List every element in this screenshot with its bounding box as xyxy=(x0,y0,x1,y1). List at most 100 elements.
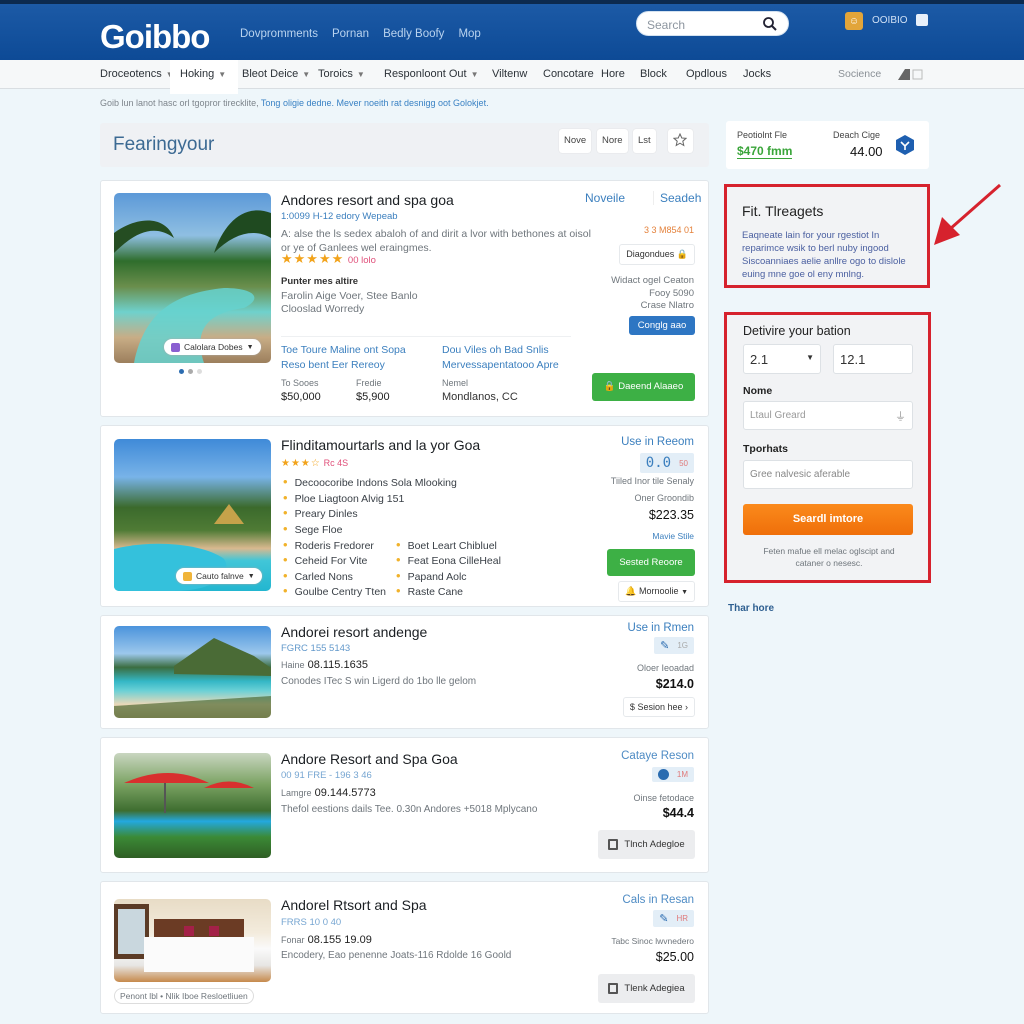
nav-item[interactable]: Block xyxy=(640,68,667,80)
nav-right-label[interactable]: Socience xyxy=(838,68,881,80)
add-button[interactable]: Tlnch Adegloe xyxy=(598,830,695,859)
room-link[interactable]: Cals in Resan xyxy=(622,894,694,906)
room-link[interactable]: Use in Rmen xyxy=(628,622,694,634)
name-label: Nome xyxy=(743,385,773,397)
feature-link[interactable]: Dou Viles oh Bad Snlis Mervessapentatooo… xyxy=(442,343,582,373)
listing-name[interactable]: Andorel Rtsort and Spa xyxy=(281,897,427,913)
account-icon[interactable]: ☺ xyxy=(845,12,863,30)
tab-search[interactable]: Seadeh xyxy=(653,191,701,205)
top-link[interactable]: Bedly Boofy xyxy=(383,28,444,40)
tab-noveile[interactable]: Noveile xyxy=(585,191,625,205)
logo[interactable]: Goibbo xyxy=(100,18,210,56)
wrench-icon: ✎ xyxy=(659,913,669,925)
search-icon[interactable] xyxy=(762,16,778,32)
chevron-right-icon: › xyxy=(685,702,688,712)
nav-item[interactable]: Droceotencs▼ xyxy=(100,68,174,80)
price-value: $5,900 xyxy=(356,391,390,403)
hotel-photo[interactable] xyxy=(114,899,271,982)
feature-link[interactable]: Toe Toure Maline ont Sopa Reso bent Eer … xyxy=(281,343,411,373)
nav-item[interactable]: Opdlous xyxy=(686,68,727,80)
score-badge: 0.0 50 xyxy=(639,453,694,473)
listing-card[interactable]: Andore Resort and Spa Goa 00 91 FRE - 19… xyxy=(100,737,709,873)
summary-label: Deach Cige xyxy=(833,130,881,140)
search-submit-button[interactable]: Seardl imtore xyxy=(743,504,913,535)
price: $25.00 xyxy=(655,950,694,964)
listing-desc: Conodes ITec S win Ligerd do 1bo lle gel… xyxy=(281,676,477,687)
listing-name[interactable]: Andores resort and spa goa xyxy=(281,192,454,208)
more-button[interactable]: Nore xyxy=(597,129,628,153)
pool-illustration xyxy=(114,210,271,363)
microphone-icon[interactable]: ⏚ xyxy=(895,408,906,424)
more-options-button[interactable]: 🔔 Mornoolie ▼ xyxy=(618,581,695,602)
price-label: To Sooes xyxy=(281,378,319,388)
hotel-photo[interactable] xyxy=(114,753,271,858)
photo-gallery-pill[interactable]: Calolara Dobes ▼ xyxy=(164,339,261,355)
listing-card[interactable]: Calolara Dobes ▼ Andores resort and spa g… xyxy=(100,180,709,417)
nav-item-active[interactable]: Hoking ▼ xyxy=(170,60,239,94)
book-button[interactable]: 🔒 Daeend Alaaeo xyxy=(592,373,695,401)
carousel-dots[interactable] xyxy=(179,369,202,374)
chevron-down-icon: ▼ xyxy=(218,70,227,79)
rating-count: Rc 4S xyxy=(323,458,349,468)
add-button[interactable]: Tlenk Adegiea xyxy=(598,974,695,1003)
hotel-photo[interactable] xyxy=(114,193,271,363)
wheelchair-icon[interactable] xyxy=(896,66,926,82)
name-input[interactable]: Ltaul Greard ⏚ xyxy=(743,401,913,430)
score-value: 0.0 xyxy=(645,455,672,471)
select-button[interactable]: Sested Reoore xyxy=(607,549,695,576)
rooms-input[interactable]: 12.1 xyxy=(833,344,913,374)
top-link[interactable]: Pornan xyxy=(332,28,369,40)
tip-box: Fit. Tlreagets Eaqneate lain for your rg… xyxy=(724,184,930,288)
type-input[interactable]: Gree nalvesic aferable xyxy=(743,460,913,489)
wrench-icon: ✎ xyxy=(660,640,670,652)
listing-card[interactable]: Andorei resort andenge FGRC 155 5143 Hai… xyxy=(100,615,709,729)
amenity-bullet: Roderis Fredorer xyxy=(283,537,374,552)
nav-item[interactable]: Bleot Deice ▼ xyxy=(242,68,310,80)
bag-icon[interactable] xyxy=(916,14,928,26)
room-link[interactable]: Use in Reeom xyxy=(621,436,694,448)
search-placeholder: Search xyxy=(647,18,686,32)
nav-item[interactable]: Responloont Out ▼ xyxy=(384,68,478,80)
listing-card[interactable]: Cauto falnve ▼ Flinditamourtarls and la y… xyxy=(100,425,709,607)
score-badge: 1M xyxy=(651,767,694,782)
side-line: Tiiled Inor tile Senaly xyxy=(610,476,694,486)
summary-value: 44.00 xyxy=(850,144,883,159)
nav-label: Hoking xyxy=(180,68,215,80)
more-link[interactable]: Mavie Stile xyxy=(652,531,694,541)
clock-icon xyxy=(657,769,669,780)
listing-name[interactable]: Flinditamourtarls and la yor Goa xyxy=(281,437,480,453)
nav-item[interactable]: Toroics ▼ xyxy=(318,68,365,80)
listing-card[interactable]: Penont lbl • Nlik Iboe Resloetliuen Ando… xyxy=(100,881,709,1014)
account-label[interactable]: OOIBIO xyxy=(872,15,908,26)
list-button[interactable]: Lst xyxy=(633,129,656,153)
favorite-button[interactable] xyxy=(668,129,693,153)
search-input[interactable]: Search xyxy=(636,11,789,36)
guests-select[interactable]: 2.1 ▼ xyxy=(743,344,821,374)
nav-item[interactable]: Concotare xyxy=(543,68,594,80)
room-link[interactable]: Cataye Reson xyxy=(621,750,694,762)
score-badge: ✎ 1G xyxy=(654,637,694,654)
hotel-photo[interactable] xyxy=(114,626,271,718)
amenity-bullet: Sege Floe xyxy=(283,521,343,536)
compare-button[interactable]: Conglg aao xyxy=(629,316,695,335)
amenity-bullet: Raste Cane xyxy=(396,583,463,598)
listing-date: Fonar 08.155 19.09 xyxy=(281,934,372,946)
date-label: Lamgre xyxy=(281,788,312,798)
amenity-bullet: Preary Dinles xyxy=(283,505,358,520)
top-link[interactable]: Dovpromments xyxy=(240,28,318,40)
nav-item[interactable]: Hore xyxy=(601,68,625,80)
nav-item[interactable]: Jocks xyxy=(743,68,771,80)
more-link[interactable]: Thar hore xyxy=(728,603,774,614)
photo-caption[interactable]: Penont lbl • Nlik Iboe Resloetliuen xyxy=(114,988,254,1004)
top-link[interactable]: Mop xyxy=(458,28,480,40)
listing-name[interactable]: Andore Resort and Spa Goa xyxy=(281,751,458,767)
photo-gallery-pill[interactable]: Cauto falnve ▼ xyxy=(176,568,262,584)
breadcrumb-link[interactable]: Tong oligie dedne. Mever noeith rat desn… xyxy=(261,98,489,108)
session-button[interactable]: $ Sesion hee › xyxy=(622,697,695,717)
sort-button[interactable]: Nove xyxy=(559,129,592,153)
diagnostics-button[interactable]: Diagondues 🔒 xyxy=(619,244,695,265)
listing-name[interactable]: Andorei resort andenge xyxy=(281,624,427,640)
main-nav: Droceotencs▼ Hoking▼ Bleot Deice▼ Toroic… xyxy=(0,60,1024,94)
rating-count: 00 lolo xyxy=(347,255,376,266)
nav-item[interactable]: Viltenw xyxy=(492,68,527,80)
